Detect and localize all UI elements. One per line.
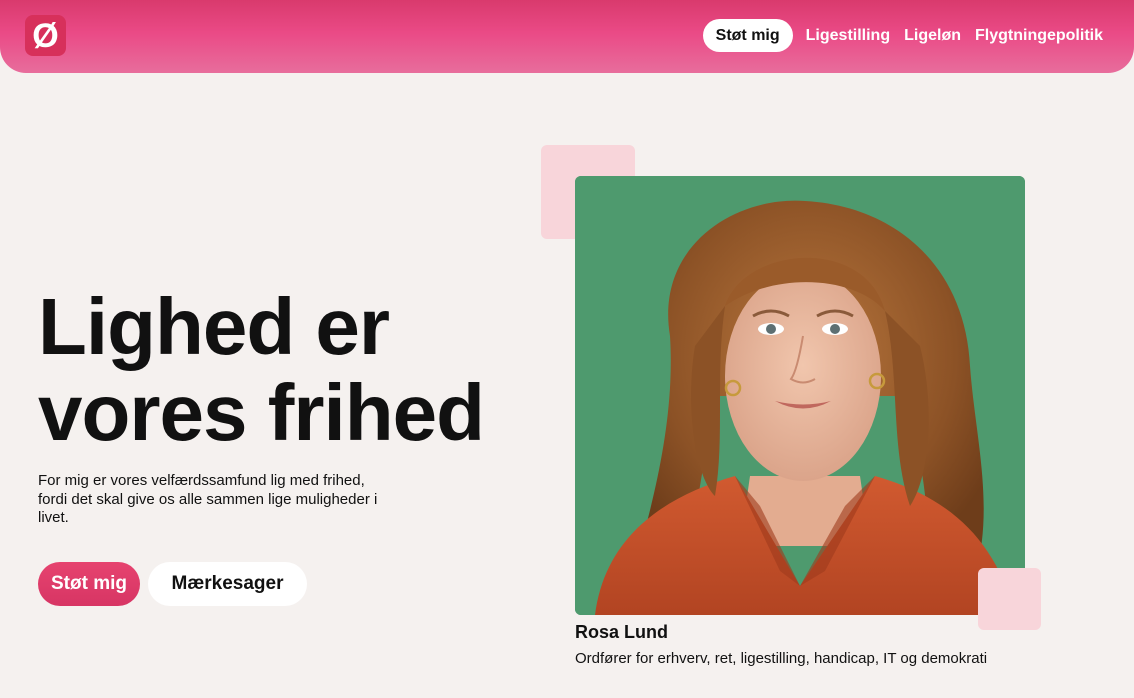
decorative-square-bottom <box>978 568 1041 630</box>
portrait-photo <box>575 176 1025 615</box>
person-name: Rosa Lund <box>575 622 668 642</box>
site-header: Ø Støt mig Ligestilling Ligeløn Flygtnin… <box>0 0 1134 73</box>
nav-link-ligestilling[interactable]: Ligestilling <box>806 19 890 52</box>
causes-button[interactable]: Mærkesager <box>148 562 307 606</box>
logo-icon[interactable]: Ø <box>25 15 66 56</box>
nav-link-flygtningepolitik[interactable]: Flygtningepolitik <box>975 19 1103 52</box>
support-button[interactable]: Støt mig <box>38 562 140 606</box>
nav-link-ligelon[interactable]: Ligeløn <box>904 19 961 52</box>
headline-line-2: vores frihed <box>38 368 485 457</box>
hero-headline: Lighed er vores frihed <box>38 284 538 456</box>
main-nav: Støt mig Ligestilling Ligeløn Flygtninge… <box>702 19 1103 52</box>
headline-line-1: Lighed er <box>38 282 390 371</box>
person-role: Ordfører for erhverv, ret, ligestilling,… <box>575 650 988 667</box>
hero-intro: For mig er vores velfærdssamfund lig med… <box>38 472 378 526</box>
portrait-illustration <box>575 176 1025 615</box>
nav-support-button[interactable]: Støt mig <box>702 19 793 52</box>
